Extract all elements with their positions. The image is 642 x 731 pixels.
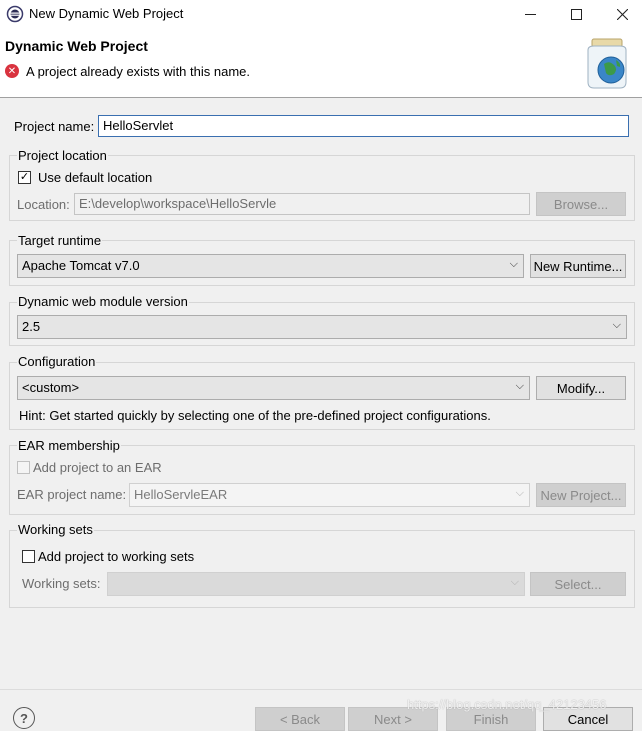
minimize-icon: [524, 14, 536, 15]
project-location-title: Project location: [17, 148, 108, 163]
chevron-down-icon: ⌵: [515, 487, 524, 499]
add-to-working-sets-label: Add project to working sets: [38, 549, 195, 564]
configuration-value: <custom>: [22, 380, 80, 395]
maximize-icon: [570, 9, 582, 20]
browse-button[interactable]: Browse...: [536, 192, 626, 216]
add-to-working-sets-checkbox[interactable]: [22, 550, 35, 563]
ear-membership-title: EAR membership: [17, 438, 121, 453]
chevron-down-icon: ⌵: [510, 576, 519, 588]
project-name-label: Project name:: [14, 119, 95, 134]
error-icon: ✕: [5, 64, 19, 78]
minimize-button[interactable]: [507, 0, 553, 29]
configuration-select[interactable]: <custom> ⌵: [17, 376, 530, 400]
target-runtime-select[interactable]: Apache Tomcat v7.0 ⌵: [17, 254, 524, 278]
ear-project-name-value: HelloServleEAR: [134, 487, 228, 502]
target-runtime-value: Apache Tomcat v7.0: [22, 258, 140, 273]
use-default-location-label: Use default location: [38, 170, 153, 185]
chevron-down-icon: ⌵: [509, 258, 518, 270]
location-input[interactable]: E:\develop\workspace\HelloServle: [74, 193, 530, 215]
footer-separator: [0, 689, 642, 690]
page-title: Dynamic Web Project: [5, 38, 148, 54]
project-name-input[interactable]: HelloServlet: [98, 115, 629, 137]
web-module-version-select[interactable]: 2.5 ⌵: [17, 315, 627, 339]
back-button[interactable]: < Back: [255, 707, 345, 731]
maximize-button[interactable]: [553, 0, 599, 29]
new-ear-project-button[interactable]: New Project...: [536, 483, 626, 507]
working-sets-select[interactable]: ⌵: [107, 572, 525, 596]
select-working-sets-button[interactable]: Select...: [530, 572, 626, 596]
help-icon[interactable]: ?: [13, 707, 35, 729]
configuration-hint: Hint: Get started quickly by selecting o…: [19, 408, 491, 423]
target-runtime-title: Target runtime: [17, 233, 103, 248]
add-to-ear-label: Add project to an EAR: [33, 460, 162, 475]
checkmark-icon: ✓: [19, 171, 30, 183]
use-default-location-checkbox[interactable]: ✓: [18, 171, 31, 184]
working-sets-title: Working sets: [17, 522, 94, 537]
close-icon: [616, 9, 628, 20]
close-button[interactable]: [599, 0, 642, 29]
configuration-title: Configuration: [17, 354, 97, 369]
chevron-down-icon: ⌵: [515, 380, 524, 392]
error-message: A project already exists with this name.: [26, 64, 250, 79]
add-to-ear-checkbox[interactable]: [17, 461, 30, 474]
working-sets-group: [9, 530, 635, 608]
working-sets-label: Working sets:: [22, 576, 101, 591]
web-project-banner-icon: [587, 38, 627, 89]
watermark-text: https://blog.csdn.net/qq_42123456: [407, 697, 607, 712]
modify-button[interactable]: Modify...: [536, 376, 626, 400]
eclipse-app-icon: [6, 5, 24, 23]
ear-project-name-label: EAR project name:: [17, 487, 127, 502]
location-label: Location:: [17, 197, 70, 212]
new-runtime-button[interactable]: New Runtime...: [530, 254, 626, 278]
window-title: New Dynamic Web Project: [29, 6, 184, 21]
web-module-version-title: Dynamic web module version: [17, 294, 189, 309]
web-module-version-value: 2.5: [22, 319, 41, 334]
chevron-down-icon: ⌵: [612, 319, 621, 331]
ear-project-name-select[interactable]: HelloServleEAR ⌵: [129, 483, 530, 507]
